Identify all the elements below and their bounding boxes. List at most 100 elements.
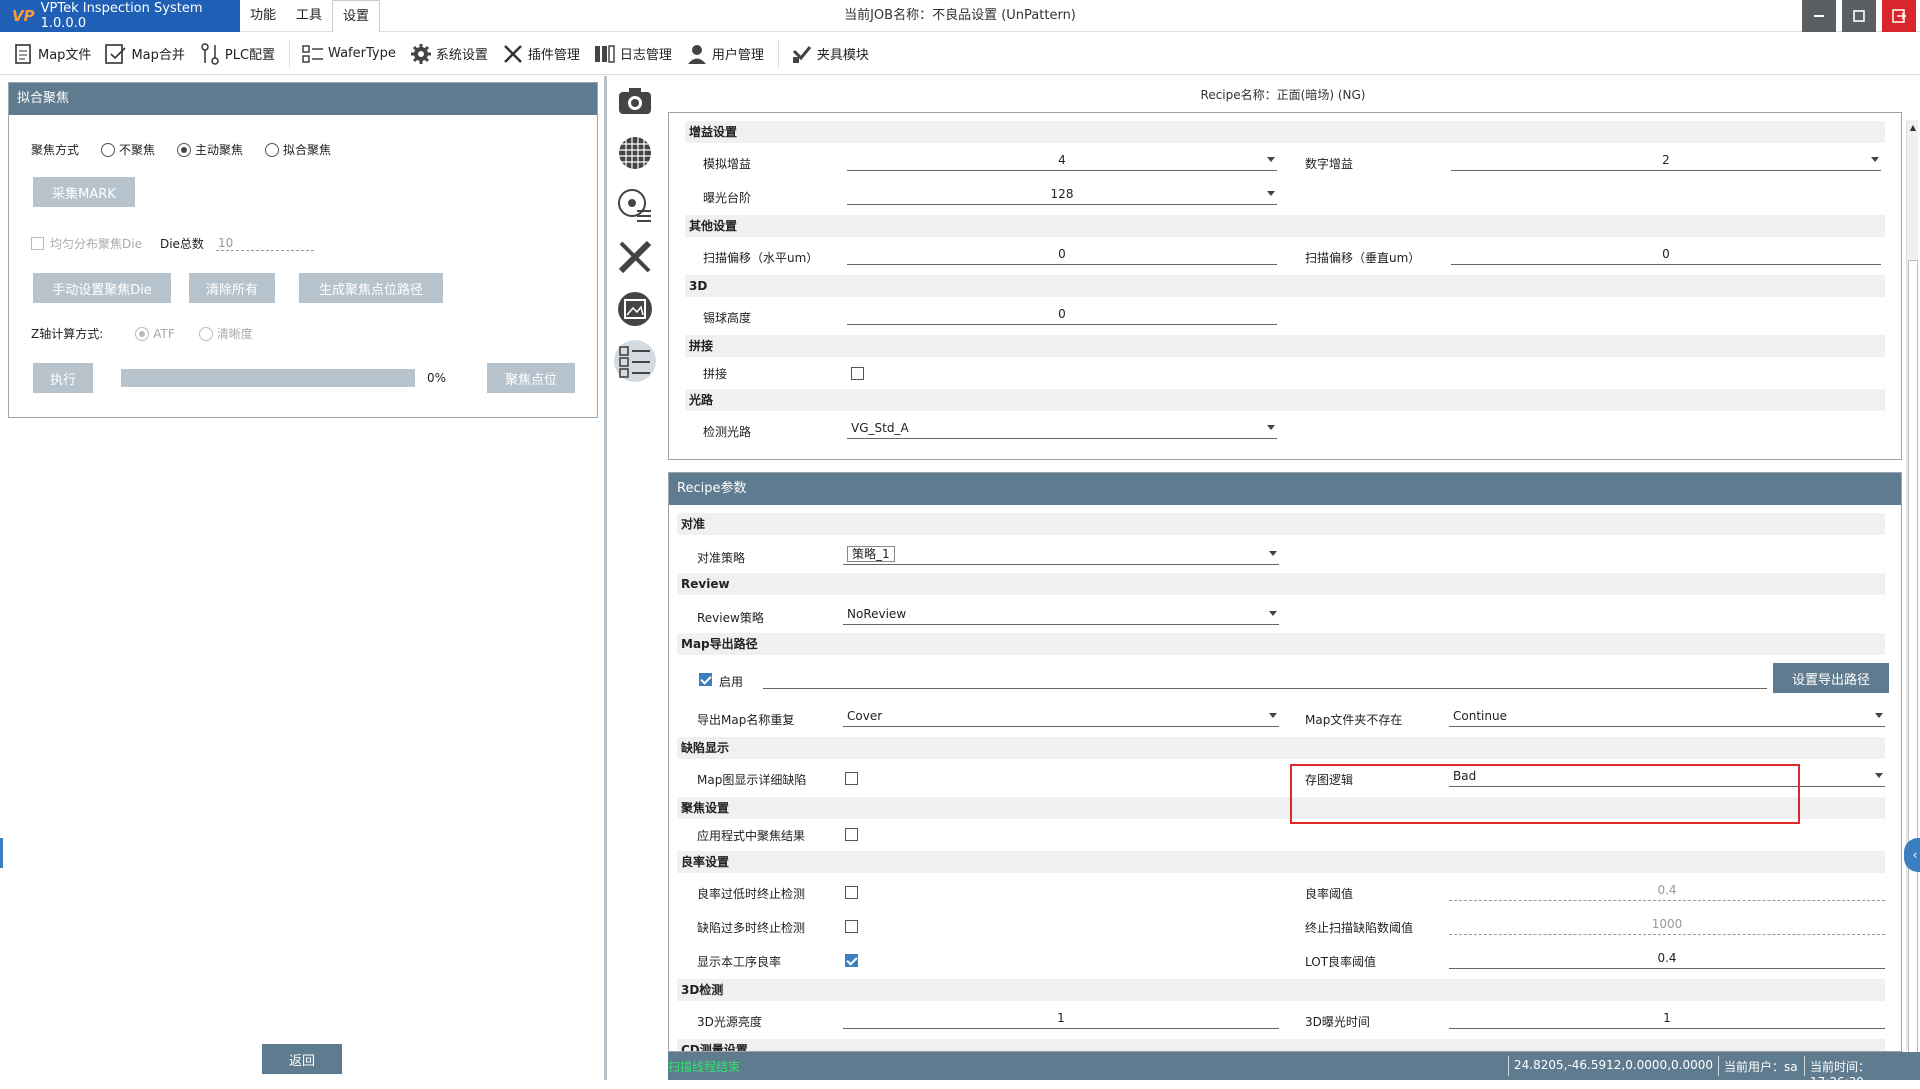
review-strategy-value: NoReview (847, 607, 907, 621)
collect-mark-button[interactable]: 采集MARK (33, 177, 135, 207)
toolbar-map-file[interactable]: Map文件 (12, 43, 91, 65)
toolbar-plc-config[interactable]: PLC配置 (199, 42, 275, 65)
execute-button[interactable]: 执行 (33, 363, 93, 393)
stitch-label: 拼接 (703, 367, 728, 381)
chevron-down-icon (1269, 713, 1277, 718)
light-3d-input[interactable]: 1 (843, 1009, 1279, 1029)
toolbar-map-file-label: Map文件 (38, 48, 92, 63)
toolbar-plugin-management[interactable]: 插件管理 (502, 43, 580, 65)
status-time: 当前时间：17:26:39 (1810, 1060, 1871, 1089)
toolbar-plugin-management-label: 插件管理 (527, 48, 580, 63)
manual-set-focus-die-button[interactable]: 手动设置聚焦Die (33, 273, 171, 303)
uniform-die-checkbox[interactable] (31, 237, 44, 250)
scan-offset-v-input[interactable]: 0 (1451, 245, 1881, 265)
minimize-icon[interactable] (1802, 0, 1836, 32)
export-path-input[interactable] (763, 669, 1767, 689)
grid-list-icon (302, 43, 324, 65)
z-calc-atf-radio[interactable] (135, 326, 150, 341)
apply-focus-checkbox[interactable] (845, 828, 858, 841)
lot-yield-input[interactable]: 0.4 (1449, 949, 1885, 969)
status-separator (1508, 1056, 1509, 1076)
align-strategy-select[interactable]: 策略_1 (843, 545, 1279, 565)
scroll-up-icon[interactable]: ▲ (1907, 120, 1919, 134)
exit-icon[interactable] (1882, 0, 1916, 32)
image-frame-icon[interactable] (614, 288, 656, 330)
merge-icon (105, 43, 127, 65)
other-section: 其他设置 (685, 215, 1885, 237)
scan-offset-h-input[interactable]: 0 (847, 245, 1277, 265)
focus-mode-fit-radio[interactable] (265, 142, 280, 157)
export-dup-select[interactable]: Cover (843, 707, 1279, 727)
toolbar-log-management[interactable]: 日志管理 (594, 43, 672, 65)
review-strategy-select[interactable]: NoReview (843, 605, 1279, 625)
app-title: VPTek Inspection System 1.0.0.0 (40, 1, 203, 31)
chevron-down-icon (1267, 191, 1275, 196)
z-calc-clarity-radio[interactable] (198, 326, 213, 341)
stitch-checkbox[interactable] (851, 367, 864, 380)
toolbar-map-merge[interactable]: Map合并 (105, 43, 185, 65)
gear-icon (410, 43, 432, 65)
toolbar-user-management[interactable]: 用户管理 (686, 43, 764, 65)
align-strategy-label: 对准策略 (697, 551, 746, 565)
focus-mode-none-label: 不聚焦 (119, 143, 156, 157)
recipe-params-header: Recipe参数 (669, 473, 1901, 505)
camera-icon[interactable] (614, 80, 656, 122)
clear-all-button[interactable]: 清除所有 (189, 273, 275, 303)
generate-focus-path-button[interactable]: 生成聚焦点位路径 (299, 273, 443, 303)
save-logic-highlight (1290, 764, 1800, 824)
exposure-step-select[interactable]: 128 (847, 185, 1277, 205)
bump-height-input[interactable]: 0 (847, 305, 1277, 325)
set-export-path-button[interactable]: 设置导出路径 (1773, 663, 1889, 693)
wafer-grid-icon[interactable] (614, 132, 656, 174)
analog-gain-select[interactable]: 4 (847, 151, 1277, 171)
toolbar-wafertype[interactable]: WaferType (302, 43, 396, 65)
3d-detect-section: 3D检测 (677, 979, 1885, 1001)
digital-gain-select[interactable]: 2 (1451, 151, 1881, 171)
logo-mark: VP (12, 7, 35, 25)
map-detail-checkbox[interactable] (845, 772, 858, 785)
scrollbar[interactable]: ▲ (1906, 120, 1919, 1080)
enable-export-checkbox[interactable] (699, 673, 712, 686)
back-button[interactable]: 返回 (262, 1044, 342, 1074)
menu-function[interactable]: 功能 (240, 0, 286, 32)
die-total-input[interactable]: 10 (215, 236, 314, 251)
review-strategy-label: Review策略 (697, 611, 764, 625)
map-folder-label: Map文件夹不存在 (1305, 713, 1403, 727)
map-folder-select[interactable]: Continue (1449, 707, 1885, 727)
z-calc-row: Z轴计算方式: ATF 清晰度 (31, 325, 253, 342)
chevron-down-icon (1267, 425, 1275, 430)
menu-tools[interactable]: 工具 (286, 0, 332, 32)
log-icon (594, 43, 616, 65)
wafer-settings-icon[interactable] (614, 184, 656, 226)
chevron-down-icon (1267, 157, 1275, 162)
exposure-3d-input[interactable]: 1 (1449, 1009, 1885, 1029)
maximize-icon[interactable] (1842, 0, 1876, 32)
show-yield-checkbox[interactable] (845, 954, 858, 967)
window-controls (1802, 0, 1916, 32)
status-message: 扫描线程结束 (668, 1060, 741, 1074)
toolbar-fixture-module[interactable]: 夹具模块 (791, 43, 869, 65)
yield-threshold-input[interactable]: 0.4 (1449, 881, 1885, 901)
scroll-thumb[interactable] (1908, 260, 1918, 1080)
optics-select[interactable]: VG_Std_A (847, 419, 1277, 439)
recipe-name: Recipe名称：正面(暗场) (NG) (1200, 88, 1366, 102)
tools-ruler-icon[interactable] (614, 236, 656, 278)
focus-point-button[interactable]: 聚焦点位 (487, 363, 575, 393)
exposure-step-value: 128 (1050, 187, 1074, 201)
digital-gain-label: 数字增益 (1305, 157, 1354, 171)
toolbar-system-settings[interactable]: 系统设置 (410, 43, 488, 65)
focus-mode-active-radio[interactable] (177, 142, 192, 157)
stop-many-defects-checkbox[interactable] (845, 920, 858, 933)
panel-splitter[interactable] (604, 76, 607, 1080)
stop-defect-threshold-label: 终止扫描缺陷数阈值 (1305, 921, 1414, 935)
menu-settings[interactable]: 设置 (332, 0, 381, 32)
focus-mode-none-radio[interactable] (101, 142, 116, 157)
light-3d-label: 3D光源亮度 (697, 1015, 762, 1029)
exposure-step-label: 曝光台阶 (703, 191, 752, 205)
stop-defect-threshold-input[interactable]: 1000 (1449, 915, 1885, 935)
gain-section: 增益设置 (685, 121, 1885, 143)
checklist-icon[interactable] (614, 340, 656, 382)
stop-low-yield-checkbox[interactable] (845, 886, 858, 899)
enable-export-label: 启用 (719, 675, 744, 689)
collapse-tab-icon[interactable]: ‹ (1904, 838, 1920, 872)
